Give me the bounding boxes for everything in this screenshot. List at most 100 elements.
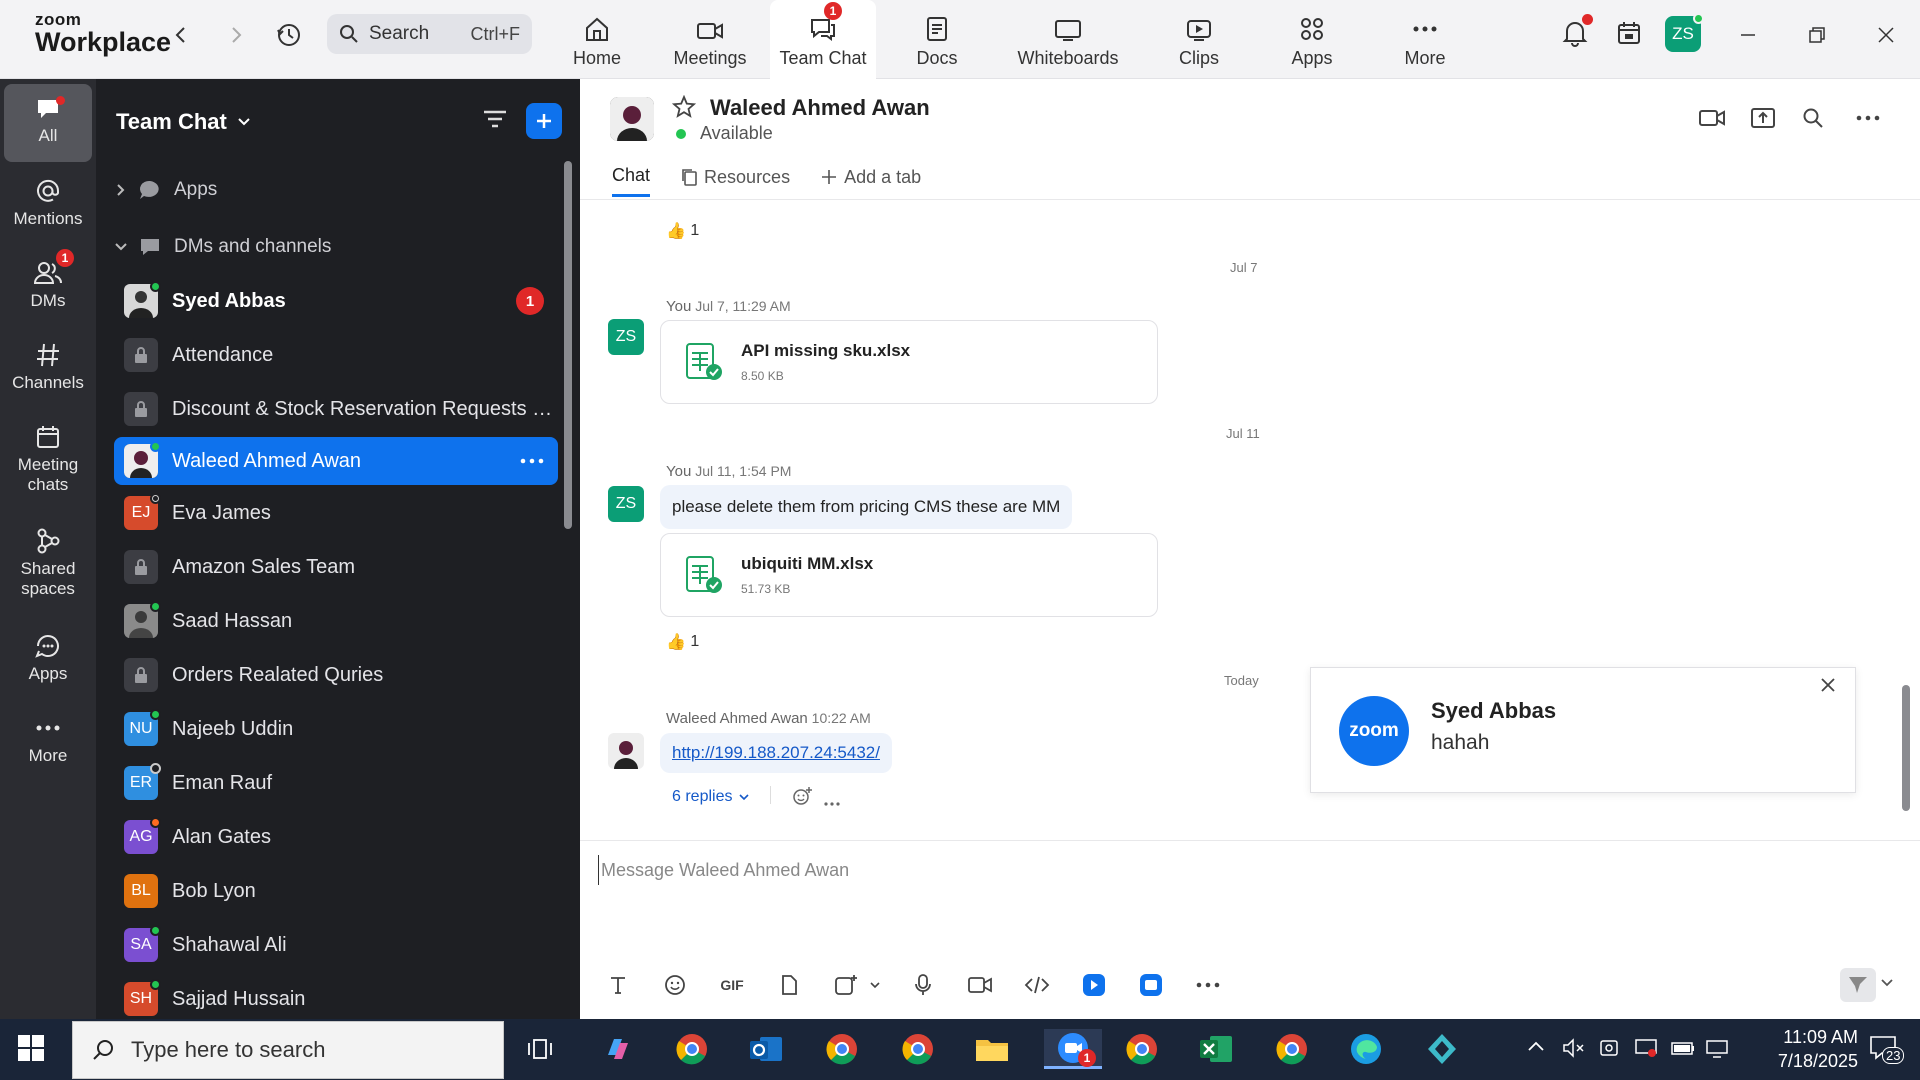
tray-display[interactable]	[1634, 1037, 1658, 1064]
tray-battery[interactable]	[1670, 1037, 1696, 1064]
sidebar-item-sajjad-hussain[interactable]: SH Sajjad Hussain	[114, 975, 558, 1019]
rail-meeting-chats[interactable]: Meeting chats	[4, 423, 92, 495]
send-button[interactable]	[1840, 968, 1876, 1002]
close-window-button[interactable]	[1866, 18, 1906, 52]
video-message-button[interactable]	[962, 969, 998, 1001]
rail-dms[interactable]: 1 DMs	[4, 249, 92, 311]
rail-more[interactable]: More	[4, 714, 92, 766]
filter-button[interactable]	[481, 106, 509, 137]
reaction-thumbs-up[interactable]: 👍 1	[666, 221, 699, 241]
favorite-button[interactable]	[671, 94, 697, 124]
tray-volume[interactable]	[1562, 1037, 1586, 1064]
file-attachment[interactable]: API missing sku.xlsx 8.50 KB	[660, 320, 1158, 404]
message-link[interactable]: http://199.188.207.24:5432/	[660, 733, 892, 773]
tab-home[interactable]: Home	[566, 0, 628, 79]
taskbar-outlook[interactable]	[744, 1029, 788, 1069]
taskbar-file-explorer[interactable]	[970, 1029, 1014, 1069]
restore-button[interactable]	[1797, 18, 1837, 52]
notification-toast[interactable]: zoom Syed Abbas hahah	[1310, 667, 1856, 793]
tab-clips[interactable]: Clips	[1176, 0, 1222, 79]
tab-more[interactable]: More	[1402, 0, 1448, 79]
tray-meet[interactable]	[1598, 1037, 1620, 1064]
more-dots-icon[interactable]	[520, 457, 544, 465]
taskbar-edge[interactable]	[1344, 1029, 1388, 1069]
sidebar-item-bob-lyon[interactable]: BL Bob Lyon	[114, 867, 558, 915]
taskbar-chrome-4[interactable]	[1120, 1029, 1164, 1069]
start-button[interactable]	[16, 1033, 46, 1068]
sidebar-title[interactable]: Team Chat	[116, 109, 251, 135]
taskbar-chrome-5[interactable]	[1270, 1029, 1314, 1069]
tab-chat[interactable]: Chat	[612, 165, 651, 197]
tab-resources[interactable]: Resources	[680, 165, 790, 197]
message-more-button[interactable]	[824, 794, 840, 812]
code-snippet-button[interactable]	[1019, 969, 1055, 1001]
taskbar-chrome-1[interactable]	[670, 1029, 714, 1069]
sidebar-item-attendance[interactable]: Attendance	[114, 331, 558, 379]
new-chat-button[interactable]	[526, 103, 562, 139]
sidebar-scrollbar[interactable]	[564, 161, 572, 529]
sidebar-item-saad-hassan[interactable]: Saad Hassan	[114, 597, 558, 645]
taskbar-zoom[interactable]: 1	[1044, 1029, 1102, 1069]
sidebar-item-eman-rauf[interactable]: ER Eman Rauf	[114, 759, 558, 807]
sidebar-item-waleed-ahmed-awan[interactable]: Waleed Ahmed Awan	[114, 437, 558, 485]
zoom-app-button[interactable]	[1133, 969, 1169, 1001]
tab-meetings[interactable]: Meetings	[670, 0, 750, 79]
rail-shared-spaces[interactable]: Shared spaces	[4, 527, 92, 599]
rail-mentions[interactable]: Mentions	[4, 177, 92, 229]
gif-button[interactable]: GIF	[714, 969, 750, 1001]
contact-name[interactable]: Waleed Ahmed Awan	[710, 95, 930, 121]
notification-center-button[interactable]: 23	[1868, 1033, 1905, 1067]
message-input[interactable]	[598, 855, 1798, 885]
screenshot-options-button[interactable]	[866, 969, 884, 1001]
calendar-button[interactable]	[1612, 16, 1646, 50]
chat-options-button[interactable]	[1856, 107, 1880, 134]
profile-avatar[interactable]: ZS	[1665, 13, 1704, 52]
task-view-button[interactable]	[518, 1029, 562, 1069]
sidebar-item-najeeb-uddin[interactable]: NU Najeeb Uddin	[114, 705, 558, 753]
back-button[interactable]	[164, 18, 198, 52]
sidebar-item-discount-stock[interactable]: Discount & Stock Reservation Requests O.…	[114, 385, 558, 433]
screenshot-button[interactable]	[828, 969, 864, 1001]
add-reaction-button[interactable]	[792, 786, 814, 811]
reaction-thumbs-up[interactable]: 👍 1	[666, 632, 699, 652]
sidebar-item-alan-gates[interactable]: AG Alan Gates	[114, 813, 558, 861]
notifications-button[interactable]	[1558, 14, 1593, 50]
section-dms-channels[interactable]: DMs and channels	[112, 232, 331, 262]
thread-replies-button[interactable]: 6 replies	[672, 788, 750, 806]
file-attachment[interactable]: ubiquiti MM.xlsx 51.73 KB	[660, 533, 1158, 617]
rail-all[interactable]: All	[4, 84, 92, 162]
tab-docs[interactable]: Docs	[912, 0, 962, 79]
taskbar-copilot[interactable]	[596, 1029, 640, 1069]
sidebar-item-shahawal-ali[interactable]: SA Shahawal Ali	[114, 921, 558, 969]
composer-more-button[interactable]	[1190, 969, 1226, 1001]
rail-apps[interactable]: Apps	[4, 632, 92, 684]
tab-whiteboards[interactable]: Whiteboards	[1014, 0, 1122, 79]
sidebar-item-syed-abbas[interactable]: Syed Abbas 1	[114, 277, 558, 325]
sidebar-item-eva-james[interactable]: EJ Eva James	[114, 489, 558, 537]
taskbar-chrome-2[interactable]	[820, 1029, 864, 1069]
taskbar-excel[interactable]	[1194, 1029, 1238, 1069]
sidebar-item-amazon-sales-team[interactable]: Amazon Sales Team	[114, 543, 558, 591]
taskbar-search[interactable]: Type here to search	[72, 1021, 504, 1079]
emoji-button[interactable]	[657, 969, 693, 1001]
taskbar-app-diamond[interactable]	[1420, 1029, 1464, 1069]
forward-button[interactable]	[219, 18, 253, 52]
tray-network[interactable]	[1704, 1037, 1730, 1064]
add-tab-button[interactable]: Add a tab	[820, 165, 921, 197]
section-apps[interactable]: Apps	[112, 175, 217, 205]
chat-scrollbar[interactable]	[1902, 685, 1910, 811]
contact-avatar[interactable]	[610, 97, 654, 141]
sender-avatar[interactable]: ZS	[608, 319, 644, 355]
toast-close-button[interactable]	[1819, 676, 1837, 699]
sender-avatar[interactable]	[608, 733, 644, 769]
global-search[interactable]: Search Ctrl+F	[327, 14, 532, 54]
format-text-button[interactable]	[600, 969, 636, 1001]
share-screen-button[interactable]	[1750, 107, 1776, 134]
taskbar-chrome-3[interactable]	[896, 1029, 940, 1069]
clips-app-button[interactable]	[1076, 969, 1112, 1001]
minimize-button[interactable]	[1728, 18, 1768, 52]
tab-apps[interactable]: Apps	[1290, 0, 1334, 79]
sidebar-item-orders-related-queries[interactable]: Orders Realated Quries	[114, 651, 558, 699]
video-call-button[interactable]	[1698, 107, 1726, 134]
taskbar-clock[interactable]: 11:09 AM 7/18/2025	[1738, 1025, 1858, 1073]
